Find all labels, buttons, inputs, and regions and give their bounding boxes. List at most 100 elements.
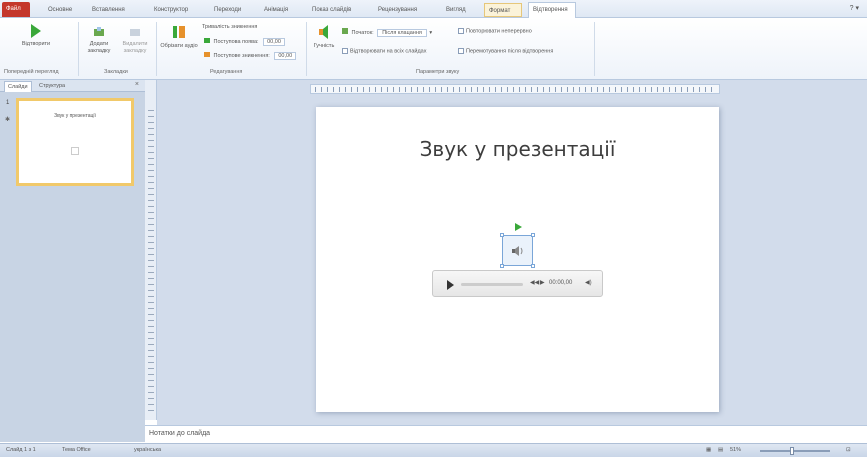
start-select[interactable]: Після клацання [377,29,427,37]
add-bookmark-icon [94,27,104,36]
tab-design[interactable]: Конструктор [150,3,202,17]
play-preview-button[interactable]: Відтворити [18,24,54,48]
volume-button[interactable]: Гучність [310,24,338,50]
play-icon[interactable] [447,280,454,290]
chevron-down-icon[interactable]: ▾ [429,30,432,36]
ruler-tick [447,87,448,92]
ruler-tick [663,87,664,92]
group-separator [594,22,595,76]
fade-out-input[interactable]: 00,00 [274,52,297,60]
ruler-tick [148,404,154,405]
resize-handle[interactable] [500,264,504,268]
ruler-tick [471,87,472,92]
ruler-tick [429,87,430,92]
ruler-tick [465,87,466,92]
help-icon[interactable]: ? ▾ [850,4,859,12]
tab-review[interactable]: Рецензування [374,3,436,17]
slide-title[interactable]: Звук у презентації [316,137,719,161]
ruler-tick [148,362,154,363]
vertical-ruler [145,80,157,420]
fade-out-icon [204,52,210,57]
ruler-tick [148,254,154,255]
tab-slides[interactable]: Слайди [4,81,32,92]
normal-view-icon[interactable]: ▦ [706,447,711,453]
zoom-level[interactable]: 51% [730,447,741,453]
close-icon[interactable]: × [135,81,139,88]
ruler-tick [315,87,316,92]
resize-handle[interactable] [531,264,535,268]
ruler-tick [513,87,514,92]
ruler-tick [148,230,154,231]
slide-number: 1 [6,100,10,106]
slide-canvas[interactable]: Звук у презентації ◀◀ ▶ 00:00,00 ◀) [316,107,719,412]
ruler-tick [148,350,154,351]
theme-name: Тема Office [62,447,91,453]
play-across-slides-checkbox[interactable]: Відтворювати на всіх слайдах [342,48,426,55]
ruler-tick [699,87,700,92]
fade-duration-label: Тривалість зникнення [202,24,258,30]
ruler-tick [399,87,400,92]
rewind-checkbox[interactable]: Перемотування після відтворення [458,48,553,55]
resize-handle[interactable] [531,233,535,237]
ruler-tick [627,87,628,92]
slide-thumbnail[interactable]: Звук у презентації [16,98,134,186]
group-editing-label: Редагування [210,69,243,75]
tab-insert[interactable]: Вставлення [88,3,140,17]
audio-player-bar: ◀◀ ▶ 00:00,00 ◀) [432,270,603,297]
tab-animations[interactable]: Анімація [260,3,300,17]
ruler-tick [387,87,388,92]
fade-in-row: Поступова поява: 00,00 [204,38,285,46]
horizontal-ruler [310,84,720,94]
ruler-tick [148,302,154,303]
ruler-tick [561,87,562,92]
ruler-tick [597,87,598,92]
remove-bookmark-button[interactable]: Видалити закладку [118,26,152,55]
ruler-tick [675,87,676,92]
ruler-tick [148,386,154,387]
tab-view[interactable]: Вигляд [442,3,476,17]
fit-to-window-icon[interactable]: ⊡ [846,447,851,453]
ruler-tick [609,87,610,92]
tab-file[interactable]: Файл [2,2,30,17]
volume-icon[interactable]: ◀) [585,279,592,286]
notes-pane[interactable]: Нотатки до слайда [145,425,867,443]
ruler-tick [148,332,154,333]
ruler-tick [148,266,154,267]
tab-slide-show[interactable]: Показ слайдів [308,3,366,17]
add-bookmark-button[interactable]: Додати закладку [82,26,116,55]
ribbon-tab-bar: Файл Основне Вставлення Конструктор Пере… [0,0,867,18]
trim-audio-button[interactable]: Обрізати аудіо [160,24,198,50]
ruler-tick [148,146,154,147]
ruler-tick [148,338,154,339]
tab-home[interactable]: Основне [44,3,82,17]
sorter-view-icon[interactable]: ▤ [718,447,723,453]
ruler-tick [459,87,460,92]
fade-in-input[interactable]: 00,00 [263,38,285,46]
tab-outline[interactable]: Структура [36,81,68,92]
ruler-tick [345,87,346,92]
loop-label: Повторювати неперервно [466,28,532,35]
ruler-tick [411,87,412,92]
tab-transitions[interactable]: Переходи [210,3,252,17]
forward-icon[interactable]: ▶ [540,279,545,286]
ruler-tick [405,87,406,92]
ruler-tick [441,87,442,92]
ruler-tick [148,116,154,117]
ruler-tick [585,87,586,92]
rewind-icon[interactable]: ◀◀ [530,279,539,286]
tab-format[interactable]: Формат [484,3,522,17]
ruler-tick [148,326,154,327]
ruler-tick [435,87,436,92]
resize-handle[interactable] [500,233,504,237]
audio-object[interactable] [500,233,535,268]
ruler-tick [321,87,322,92]
zoom-slider[interactable] [760,450,830,452]
tab-playback[interactable]: Відтворення [528,2,576,18]
ruler-tick [148,290,154,291]
language[interactable]: українська [134,447,161,453]
zoom-slider-thumb[interactable] [790,447,794,455]
loop-checkbox[interactable]: Повторювати неперервно [458,28,532,35]
ruler-tick [148,278,154,279]
seek-bar[interactable] [461,283,523,286]
ruler-tick [621,87,622,92]
